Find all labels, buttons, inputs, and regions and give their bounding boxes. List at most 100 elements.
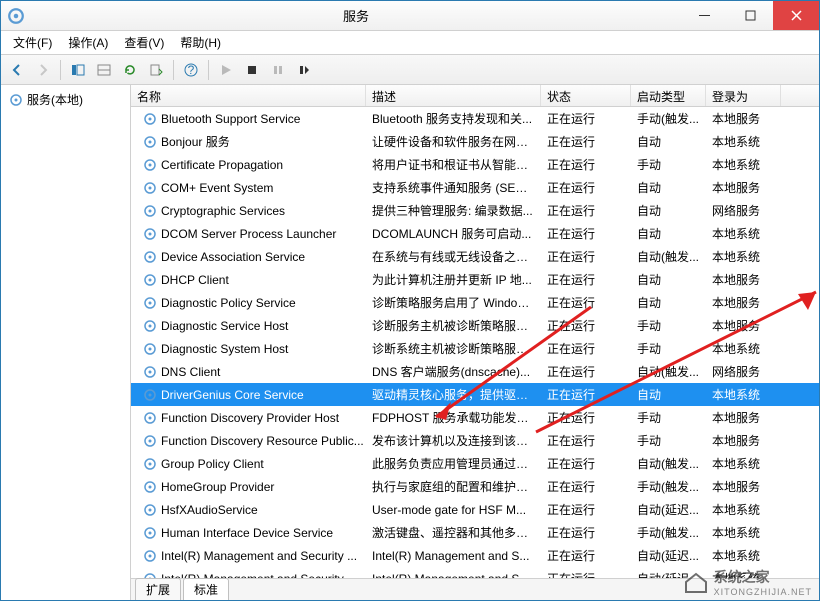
service-row[interactable]: Bonjour 服务让硬件设备和软件服务在网络...正在运行自动本地系统 (131, 130, 819, 153)
service-row[interactable]: Diagnostic Policy Service诊断策略服务启用了 Windo… (131, 291, 819, 314)
service-description: 让硬件设备和软件服务在网络... (366, 133, 541, 150)
service-name: DriverGenius Core Service (161, 388, 304, 402)
service-row[interactable]: HsfXAudioServiceUser-mode gate for HSF M… (131, 498, 819, 521)
service-row[interactable]: Cryptographic Services提供三种管理服务: 编录数据...正… (131, 199, 819, 222)
menu-help[interactable]: 帮助(H) (172, 34, 229, 51)
sidebar-item-services-local[interactable]: 服务(本地) (5, 89, 126, 110)
service-description: 诊断系统主机被诊断策略服务... (366, 340, 541, 357)
tab-extended[interactable]: 扩展 (135, 578, 181, 600)
column-header-description[interactable]: 描述 (366, 85, 541, 106)
service-row[interactable]: DNS ClientDNS 客户端服务(dnscache)...正在运行自动(触… (131, 360, 819, 383)
column-header-startup[interactable]: 启动类型 (631, 85, 706, 106)
service-logon: 本地服务 (706, 179, 781, 196)
service-description: 此服务负责应用管理员通过组... (366, 455, 541, 472)
service-startup: 自动 (631, 202, 706, 219)
nav-back-button[interactable] (5, 58, 29, 82)
service-status: 正在运行 (541, 179, 631, 196)
service-status: 正在运行 (541, 156, 631, 173)
service-status: 正在运行 (541, 524, 631, 541)
service-status: 正在运行 (541, 110, 631, 127)
services-list[interactable]: Bluetooth Support Service Bluetooth 服务支持发… (131, 107, 819, 578)
export-list-button[interactable] (144, 58, 168, 82)
menu-view[interactable]: 查看(V) (116, 34, 172, 51)
service-status: 正在运行 (541, 478, 631, 495)
menu-file[interactable]: 文件(F) (5, 34, 60, 51)
watermark: 系统之家 XITONGZHIJIA.NET (682, 567, 812, 597)
service-startup: 手动 (631, 432, 706, 449)
stop-service-button[interactable] (240, 58, 264, 82)
maximize-button[interactable] (727, 1, 773, 30)
service-startup: 自动 (631, 133, 706, 150)
service-description: Intel(R) Management and S... (366, 549, 541, 563)
service-row[interactable]: Function Discovery Provider HostFDPHOST … (131, 406, 819, 429)
gear-icon (143, 296, 157, 310)
start-service-button[interactable] (214, 58, 238, 82)
service-description: 诊断服务主机被诊断策略服务... (366, 317, 541, 334)
service-name: Certificate Propagation (161, 158, 283, 172)
service-row[interactable]: Intel(R) Management and Security ...Inte… (131, 544, 819, 567)
gear-icon (143, 319, 157, 333)
close-button[interactable] (773, 1, 819, 30)
service-description: DNS 客户端服务(dnscache)... (366, 363, 541, 380)
tab-standard[interactable]: 标准 (183, 578, 229, 600)
service-row[interactable]: Certificate Propagation将用户证书和根证书从智能卡...正… (131, 153, 819, 176)
service-name: Bluetooth Support Service (161, 112, 300, 126)
service-startup: 自动(延迟... (631, 501, 706, 518)
nav-forward-button[interactable] (31, 58, 55, 82)
pause-service-button[interactable] (266, 58, 290, 82)
column-header-status[interactable]: 状态 (541, 85, 631, 106)
service-name: DHCP Client (161, 273, 229, 287)
column-header-name[interactable]: 名称 (131, 85, 366, 106)
show-hide-tree-button[interactable] (66, 58, 90, 82)
service-startup: 自动(延迟... (631, 547, 706, 564)
service-name: Cryptographic Services (161, 204, 285, 218)
help-button[interactable]: ? (179, 58, 203, 82)
service-description: 诊断策略服务启用了 Window... (366, 294, 541, 311)
service-startup: 手动 (631, 317, 706, 334)
service-row[interactable]: DriverGenius Core Service驱动精灵核心服务，提供驱动..… (131, 383, 819, 406)
service-logon: 本地系统 (706, 156, 781, 173)
service-row[interactable]: Diagnostic System Host诊断系统主机被诊断策略服务...正在… (131, 337, 819, 360)
gear-icon (143, 549, 157, 563)
service-startup: 自动 (631, 179, 706, 196)
refresh-button[interactable] (118, 58, 142, 82)
minimize-button[interactable] (681, 1, 727, 30)
service-description: Bluetooth 服务支持发现和关... (366, 110, 541, 127)
service-row[interactable]: HomeGroup Provider执行与家庭组的配置和维护相...正在运行手动… (131, 475, 819, 498)
service-row[interactable]: Function Discovery Resource Public...发布该… (131, 429, 819, 452)
service-startup: 手动 (631, 409, 706, 426)
service-description: 支持系统事件通知服务 (SENS... (366, 179, 541, 196)
details-pane-button[interactable] (92, 58, 116, 82)
service-description: 提供三种管理服务: 编录数据... (366, 202, 541, 219)
service-startup: 自动 (631, 294, 706, 311)
service-row[interactable]: Human Interface Device Service激活键盘、遥控器和其… (131, 521, 819, 544)
service-startup: 手动(触发... (631, 110, 706, 127)
service-logon: 本地系统 (706, 501, 781, 518)
service-status: 正在运行 (541, 455, 631, 472)
service-status: 正在运行 (541, 340, 631, 357)
column-header-logon[interactable]: 登录为 (706, 85, 781, 106)
sidebar-item-label: 服务(本地) (27, 91, 83, 108)
service-startup: 手动(触发... (631, 478, 706, 495)
gear-icon (143, 480, 157, 494)
service-row[interactable]: DHCP Client为此计算机注册并更新 IP 地...正在运行自动本地服务 (131, 268, 819, 291)
service-status: 正在运行 (541, 133, 631, 150)
restart-service-button[interactable] (292, 58, 316, 82)
service-row[interactable]: Group Policy Client 此服务负责应用管理员通过组...正在运行自… (131, 452, 819, 475)
service-startup: 自动(触发... (631, 455, 706, 472)
gear-icon (143, 503, 157, 517)
service-row[interactable]: Bluetooth Support Service Bluetooth 服务支持发… (131, 107, 819, 130)
service-description: Intel(R) Management and S... (366, 572, 541, 579)
service-row[interactable]: Device Association Service在系统与有线或无线设备之间.… (131, 245, 819, 268)
service-name: Function Discovery Resource Public... (161, 434, 364, 448)
service-row[interactable]: COM+ Event System支持系统事件通知服务 (SENS...正在运行… (131, 176, 819, 199)
service-row[interactable]: DCOM Server Process LauncherDCOMLAUNCH 服… (131, 222, 819, 245)
gear-icon (143, 388, 157, 402)
service-name: Group Policy Client (161, 457, 264, 471)
service-status: 正在运行 (541, 501, 631, 518)
menu-action[interactable]: 操作(A) (60, 34, 116, 51)
service-row[interactable]: Diagnostic Service Host诊断服务主机被诊断策略服务...正… (131, 314, 819, 337)
service-startup: 自动 (631, 386, 706, 403)
service-name: DCOM Server Process Launcher (161, 227, 336, 241)
service-description: 激活键盘、遥控器和其他多媒... (366, 524, 541, 541)
